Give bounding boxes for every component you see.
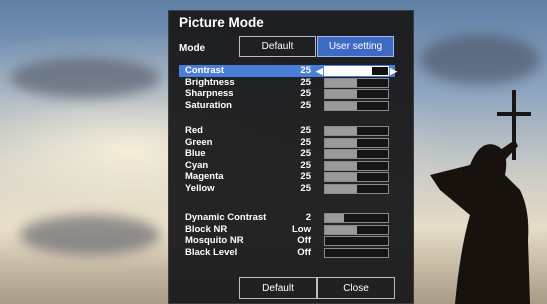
setting-value: 25 <box>300 65 311 76</box>
setting-slider[interactable] <box>324 160 389 171</box>
setting-row-contrast[interactable]: Contrast 25 ◀ ▶ <box>179 65 397 77</box>
setting-row-brightness[interactable]: Brightness 25 <box>179 77 395 89</box>
slider-fill <box>325 184 357 193</box>
default-button[interactable]: Default <box>239 277 317 299</box>
setting-slider[interactable] <box>324 224 389 235</box>
setting-slider[interactable] <box>324 149 389 159</box>
arrow-left-icon[interactable]: ◀ <box>316 66 323 76</box>
slider-fill <box>325 101 357 110</box>
slider-fill <box>325 127 357 135</box>
slider-fill <box>325 150 357 158</box>
setting-label: Block NR <box>185 223 228 235</box>
setting-value: Off <box>297 246 311 258</box>
setting-value: 25 <box>300 171 311 182</box>
slider-fill <box>325 67 373 75</box>
setting-row-yellow[interactable]: Yellow 25 <box>179 183 395 195</box>
slider-fill <box>325 90 357 98</box>
setting-slider[interactable] <box>324 66 389 76</box>
setting-row-green[interactable]: Green 25 <box>179 137 395 149</box>
setting-value: 25 <box>300 182 311 194</box>
setting-row-black-level[interactable]: Black Level Off <box>179 247 395 259</box>
setting-label: Yellow <box>185 182 215 194</box>
setting-value: 25 <box>300 159 311 171</box>
setting-label: Magenta <box>185 171 224 182</box>
setting-label: Green <box>185 136 213 148</box>
setting-row-mosquito-nr[interactable]: Mosquito NR Off <box>179 235 395 247</box>
slider-fill <box>325 173 357 181</box>
mode-default-button[interactable]: Default <box>239 36 316 57</box>
setting-slider[interactable] <box>324 100 389 111</box>
setting-row-block-nr[interactable]: Block NR Low <box>179 224 395 236</box>
setting-row-blue[interactable]: Blue 25 <box>179 148 395 160</box>
arrow-right-icon[interactable]: ▶ <box>390 66 397 76</box>
close-button[interactable]: Close <box>317 277 395 299</box>
slider-fill <box>325 214 344 222</box>
mode-label: Mode <box>179 43 206 54</box>
slider-fill <box>325 78 357 87</box>
setting-label: Mosquito NR <box>185 235 244 246</box>
setting-row-sharpness[interactable]: Sharpness 25 <box>179 88 395 100</box>
setting-value: Low <box>292 223 311 235</box>
setting-slider[interactable] <box>324 183 389 194</box>
setting-slider[interactable] <box>324 137 389 148</box>
setting-row-saturation[interactable]: Saturation 25 <box>179 100 395 112</box>
setting-label: Black Level <box>185 246 238 258</box>
setting-slider[interactable] <box>324 77 389 88</box>
picture-mode-panel: Picture Mode Mode Default User setting C… <box>168 10 414 304</box>
setting-label: Contrast <box>185 65 225 76</box>
setting-value: 25 <box>300 99 311 111</box>
setting-value: Off <box>297 235 311 246</box>
setting-value: 25 <box>300 125 311 136</box>
setting-label: Dynamic Contrast <box>185 212 267 223</box>
setting-slider[interactable] <box>324 126 389 136</box>
setting-label: Saturation <box>185 99 232 111</box>
setting-slider[interactable] <box>324 89 389 99</box>
setting-value: 25 <box>300 136 311 148</box>
panel-title: Picture Mode <box>179 15 264 30</box>
setting-value: 2 <box>305 212 311 223</box>
setting-label: Sharpness <box>185 88 234 99</box>
setting-label: Cyan <box>185 159 209 171</box>
setting-slider[interactable] <box>324 172 389 182</box>
setting-label: Red <box>185 125 203 136</box>
setting-row-magenta[interactable]: Magenta 25 <box>179 171 395 183</box>
mode-user-setting-button[interactable]: User setting <box>317 36 394 57</box>
setting-row-cyan[interactable]: Cyan 25 <box>179 160 395 172</box>
setting-slider[interactable] <box>324 236 389 246</box>
setting-value: 25 <box>300 148 311 159</box>
setting-label: Blue <box>185 148 206 159</box>
setting-value: 25 <box>300 88 311 99</box>
setting-value: 25 <box>300 76 311 88</box>
setting-row-red[interactable]: Red 25 <box>179 125 395 137</box>
slider-fill <box>325 138 357 147</box>
setting-label: Brightness <box>185 76 235 88</box>
setting-row-dynamic-contrast[interactable]: Dynamic Contrast 2 <box>179 212 395 224</box>
setting-slider[interactable] <box>324 213 389 223</box>
setting-slider[interactable] <box>324 247 389 258</box>
slider-fill <box>325 161 357 170</box>
slider-fill <box>325 225 357 234</box>
